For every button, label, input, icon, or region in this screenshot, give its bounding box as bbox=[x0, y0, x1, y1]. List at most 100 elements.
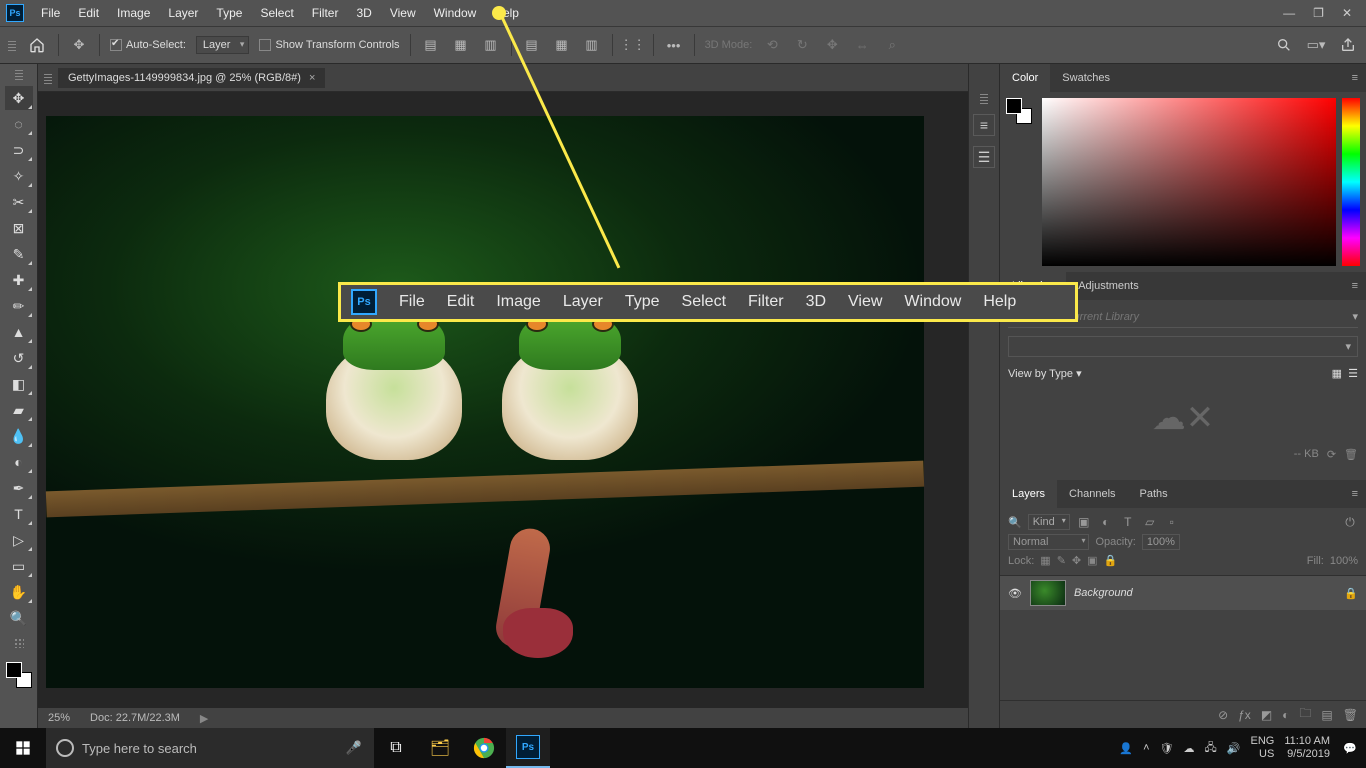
tray-security-icon[interactable]: 🛡 bbox=[1160, 742, 1174, 755]
status-menu-icon[interactable]: ▶ bbox=[200, 712, 208, 725]
filter-type-icon[interactable]: T bbox=[1120, 515, 1136, 529]
layers-panel-menu-icon[interactable]: ≡ bbox=[1344, 488, 1366, 500]
healing-brush-tool[interactable]: ✚ bbox=[5, 268, 33, 292]
align-center-v-icon[interactable]: ▦ bbox=[552, 35, 572, 55]
color-panel-menu-icon[interactable]: ≡ bbox=[1344, 72, 1366, 84]
hand-tool[interactable]: ✋ bbox=[5, 580, 33, 604]
clone-stamp-tool[interactable]: ▲ bbox=[5, 320, 33, 344]
align-top-icon[interactable]: ▤ bbox=[522, 35, 542, 55]
menu-image[interactable]: Image bbox=[108, 0, 159, 26]
mask-icon[interactable]: ◩ bbox=[1261, 708, 1272, 722]
taskbar-search[interactable]: Type here to search 🎤 bbox=[46, 728, 374, 768]
type-tool[interactable]: T bbox=[5, 502, 33, 526]
filter-shape-icon[interactable]: ▱ bbox=[1142, 515, 1158, 529]
filter-toggle-icon[interactable]: ⏻ bbox=[1342, 515, 1358, 530]
gradient-tool[interactable]: ▰ bbox=[5, 398, 33, 422]
adjustment-layer-icon[interactable]: ◐ bbox=[1282, 708, 1289, 722]
tab-paths[interactable]: Paths bbox=[1128, 480, 1180, 508]
menu-select[interactable]: Select bbox=[251, 0, 302, 26]
home-button[interactable] bbox=[26, 34, 48, 56]
document-tab[interactable]: GettyImages-1149999834.jpg @ 25% (RGB/8#… bbox=[58, 68, 325, 88]
window-restore-icon[interactable]: ❐ bbox=[1313, 6, 1324, 20]
quick-select-tool[interactable]: ✧ bbox=[5, 164, 33, 188]
blend-mode-dropdown[interactable]: Normal bbox=[1008, 534, 1089, 550]
distribute-icon[interactable]: ⋮⋮ bbox=[623, 35, 643, 55]
layer-row[interactable]: 👁 Background 🔒 bbox=[1000, 576, 1366, 610]
new-layer-icon[interactable]: ▤ bbox=[1321, 708, 1332, 722]
chevron-down-icon[interactable]: ▾ bbox=[1076, 368, 1082, 380]
canvas-area[interactable] bbox=[38, 92, 968, 708]
close-tab-icon[interactable]: × bbox=[309, 72, 315, 84]
pen-tool[interactable]: ✒ bbox=[5, 476, 33, 500]
eyedropper-tool[interactable]: ✎ bbox=[5, 242, 33, 266]
window-close-icon[interactable]: ✕ bbox=[1342, 6, 1352, 20]
window-minimize-icon[interactable]: — bbox=[1283, 6, 1295, 20]
filter-pixel-icon[interactable]: ▣ bbox=[1076, 515, 1092, 529]
align-right-icon[interactable]: ▥ bbox=[481, 35, 501, 55]
tab-channels[interactable]: Channels bbox=[1057, 480, 1127, 508]
menu-edit[interactable]: Edit bbox=[69, 0, 108, 26]
dodge-tool[interactable]: ◐ bbox=[5, 450, 33, 474]
menu-layer[interactable]: Layer bbox=[159, 0, 207, 26]
libraries-panel-menu-icon[interactable]: ≡ bbox=[1344, 280, 1366, 292]
align-left-icon[interactable]: ▤ bbox=[421, 35, 441, 55]
delete-layer-icon[interactable]: 🗑 bbox=[1343, 708, 1358, 722]
align-center-h-icon[interactable]: ▦ bbox=[451, 35, 471, 55]
tray-up-icon[interactable]: ˄ bbox=[1143, 742, 1149, 754]
align-bottom-icon[interactable]: ▥ bbox=[582, 35, 602, 55]
menu-filter[interactable]: Filter bbox=[303, 0, 348, 26]
properties-panel-icon[interactable]: ☰ bbox=[973, 146, 995, 168]
tray-people-icon[interactable]: 👤 bbox=[1119, 742, 1133, 755]
share-icon[interactable] bbox=[1338, 35, 1358, 55]
history-brush-tool[interactable]: ↺ bbox=[5, 346, 33, 370]
photoshop-taskbar-icon[interactable]: Ps bbox=[506, 728, 550, 768]
tab-color[interactable]: Color bbox=[1000, 64, 1050, 92]
filter-smart-icon[interactable]: ▫ bbox=[1164, 515, 1180, 529]
lasso-tool[interactable]: ⊃ bbox=[5, 138, 33, 162]
toolbox-more-icon[interactable] bbox=[14, 638, 24, 648]
tray-volume-icon[interactable]: 🔊 bbox=[1227, 742, 1241, 755]
more-options-icon[interactable]: ••• bbox=[664, 35, 684, 55]
layer-thumbnail[interactable] bbox=[1030, 580, 1066, 606]
doc-size[interactable]: Doc: 22.7M/22.3M bbox=[90, 712, 180, 724]
canvas[interactable] bbox=[46, 116, 924, 688]
menu-file[interactable]: File bbox=[32, 0, 69, 26]
zoom-level[interactable]: 25% bbox=[48, 712, 70, 724]
opacity-value[interactable]: 100% bbox=[1142, 534, 1180, 550]
list-view-icon[interactable]: ☰ bbox=[1348, 368, 1358, 380]
eraser-tool[interactable]: ◧ bbox=[5, 372, 33, 396]
options-bar-grip-icon[interactable] bbox=[8, 39, 16, 51]
lock-artboard-icon[interactable]: ▣ bbox=[1087, 554, 1097, 567]
tray-network-icon[interactable]: 🖧 bbox=[1205, 739, 1217, 758]
move-tool[interactable]: ✥ bbox=[5, 86, 33, 110]
tray-lang2[interactable]: US bbox=[1250, 748, 1274, 761]
group-icon[interactable]: 🗀 bbox=[1299, 704, 1311, 725]
view-by-label[interactable]: View by Type bbox=[1008, 368, 1073, 380]
start-button[interactable] bbox=[0, 728, 46, 768]
layer-visibility-icon[interactable]: 👁 bbox=[1008, 587, 1022, 600]
tab-swatches[interactable]: Swatches bbox=[1050, 64, 1122, 92]
library-dropdown[interactable]: ▾ bbox=[1008, 336, 1358, 357]
history-panel-icon[interactable]: ≡ bbox=[973, 114, 995, 136]
color-field[interactable] bbox=[1042, 98, 1336, 266]
color-fg-bg-swatch[interactable] bbox=[1006, 98, 1036, 266]
layer-name[interactable]: Background bbox=[1074, 587, 1133, 599]
midcol-grip-icon[interactable] bbox=[980, 92, 988, 104]
doc-tabs-grip-icon[interactable] bbox=[44, 72, 52, 84]
zoom-tool[interactable]: 🔍 bbox=[5, 606, 33, 630]
menu-view[interactable]: View bbox=[381, 0, 425, 26]
chevron-down-icon[interactable]: ▾ bbox=[1352, 310, 1358, 323]
rectangle-tool[interactable]: ▭ bbox=[5, 554, 33, 578]
mic-icon[interactable]: 🎤 bbox=[344, 740, 364, 756]
file-explorer-icon[interactable]: 🗂 bbox=[418, 728, 462, 768]
tray-time[interactable]: 11:10 AM bbox=[1284, 735, 1330, 748]
path-select-tool[interactable]: ▷ bbox=[5, 528, 33, 552]
lock-all-icon[interactable]: 🔒 bbox=[1104, 554, 1118, 567]
lock-brush-icon[interactable]: ✎ bbox=[1057, 554, 1066, 567]
fill-value[interactable]: 100% bbox=[1330, 555, 1358, 567]
hue-slider[interactable] bbox=[1342, 98, 1360, 266]
lock-position-icon[interactable]: ✥ bbox=[1072, 554, 1081, 567]
screen-mode-icon[interactable]: ▭▾ bbox=[1306, 35, 1326, 55]
filter-adjust-icon[interactable]: ◐ bbox=[1098, 515, 1114, 529]
crop-tool[interactable]: ✂ bbox=[5, 190, 33, 214]
